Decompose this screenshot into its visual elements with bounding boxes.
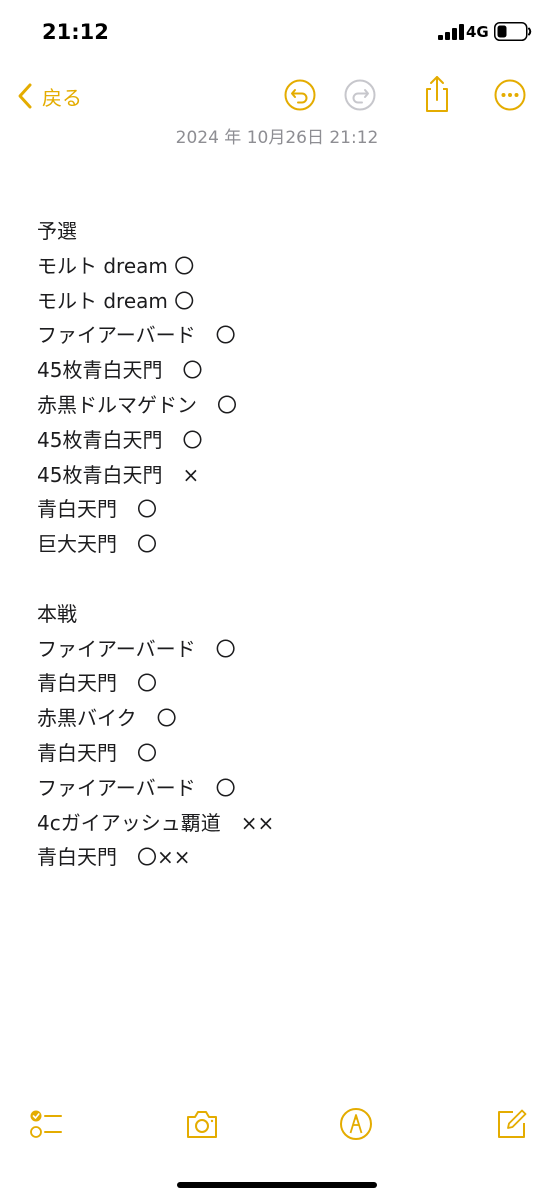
network-type: 4G <box>466 23 489 41</box>
note-line: ファイアーバード 〇 <box>37 775 236 800</box>
note-line: 45枚青白天門 〇 <box>37 427 203 452</box>
markup-icon[interactable] <box>338 1106 374 1142</box>
note-line: 青白天門 〇 <box>37 740 157 765</box>
note-line: ファイアーバード 〇 <box>37 323 236 348</box>
note-line: 青白天門 〇 <box>37 497 157 522</box>
battery-icon <box>494 22 532 41</box>
note-line: ファイアーバード 〇 <box>37 636 236 661</box>
note-line: 4cガイアッシュ覇道 ×× <box>37 810 275 835</box>
checklist-icon[interactable] <box>28 1106 64 1142</box>
undo-icon[interactable] <box>283 78 317 112</box>
note-blank-line <box>37 562 527 597</box>
note-line: モルト dream 〇 <box>37 253 195 278</box>
note-body[interactable]: 予選 モルト dream 〇 モルト dream 〇 ファイアーバード 〇 45… <box>37 214 527 875</box>
note-line: 青白天門 〇 <box>37 671 157 696</box>
back-button[interactable]: 戻る <box>16 80 82 112</box>
note-date: 2024 年 10月26日 21:12 <box>175 128 379 148</box>
compose-icon[interactable] <box>493 1106 529 1142</box>
back-label: 戻る <box>42 85 82 110</box>
note-line: 45枚青白天門 × <box>37 462 200 487</box>
home-indicator[interactable] <box>177 1182 377 1188</box>
signal-icon <box>438 24 464 40</box>
camera-icon[interactable] <box>184 1106 220 1142</box>
more-icon[interactable] <box>493 78 527 112</box>
note-line: モルト dream 〇 <box>37 288 195 313</box>
status-time: 21:12 <box>42 20 109 44</box>
redo-icon[interactable] <box>343 78 377 112</box>
note-line: 赤黒ドルマゲドン 〇 <box>37 392 237 417</box>
note-line: 45枚青白天門 〇 <box>37 358 203 383</box>
back-chevron-icon <box>18 83 32 109</box>
share-icon[interactable] <box>420 74 454 114</box>
note-line: 巨大天門 〇 <box>37 532 157 557</box>
note-line: 予選 <box>37 219 77 243</box>
note-line: 赤黒バイク 〇 <box>37 706 177 731</box>
status-bar: 21:12 4G <box>0 0 554 60</box>
note-line: 本戦 <box>37 601 77 626</box>
note-line: 青白天門 〇×× <box>37 845 191 870</box>
